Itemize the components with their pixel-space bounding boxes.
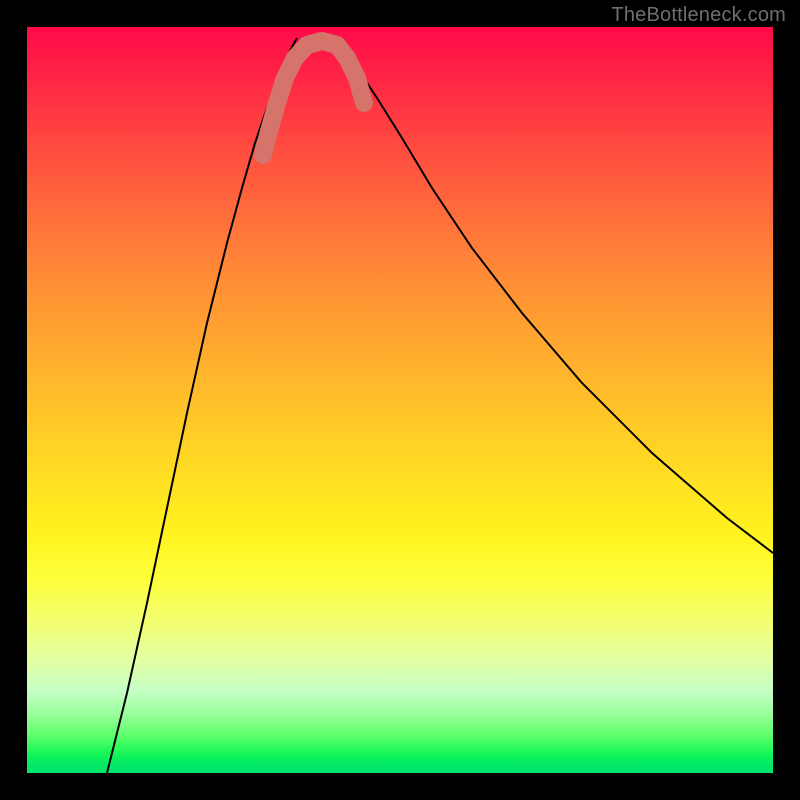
plot-area — [27, 27, 773, 773]
curve-overlay — [27, 27, 773, 773]
series-valley-marker — [263, 41, 364, 155]
watermark-text: TheBottleneck.com — [611, 4, 786, 27]
series-right-curve — [332, 38, 773, 553]
outer-frame: TheBottleneck.com — [0, 0, 800, 800]
